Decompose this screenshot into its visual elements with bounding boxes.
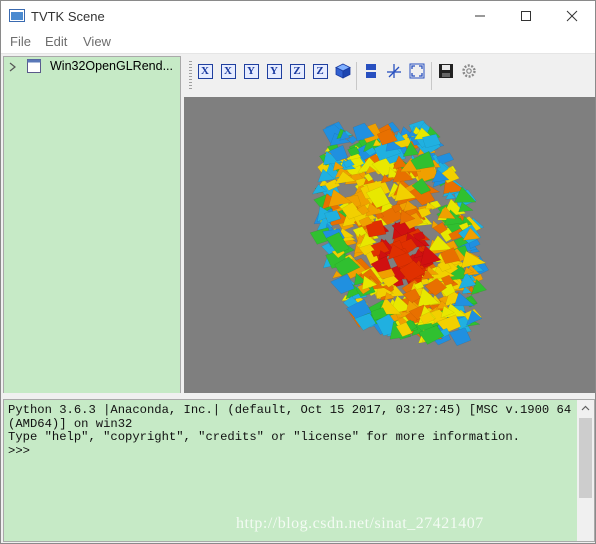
view-negative-x-icon: X: [197, 64, 213, 79]
close-button[interactable]: [549, 1, 595, 31]
app-icon: [9, 9, 25, 22]
shell-line: (AMD64)] on win32: [8, 416, 133, 431]
menu-edit[interactable]: Edit: [45, 34, 67, 49]
toolbar-separator: [356, 62, 357, 90]
close-icon: [566, 10, 578, 22]
parallel-projection-icon: [366, 64, 376, 78]
tvtk-scene-window: TVTK Scene File Edit View Win32OpenGLRen…: [0, 0, 596, 544]
menu-view[interactable]: View: [83, 34, 111, 49]
show-axes-icon: [387, 64, 401, 78]
view-negative-y-button[interactable]: Y: [242, 62, 260, 80]
view-positive-y-icon: Y: [266, 64, 282, 79]
isometric-view-icon: [335, 63, 351, 79]
show-axes-button[interactable]: [385, 62, 403, 80]
view-negative-z-icon: Z: [289, 64, 305, 79]
shell-line: Type "help", "copyright", "credits" or "…: [8, 430, 520, 445]
minimize-icon: [475, 15, 485, 17]
expand-arrow-icon[interactable]: [9, 62, 17, 72]
scene-toolbar: X X Y Y Z Z: [184, 56, 595, 96]
view-negative-y-icon: Y: [243, 64, 259, 79]
view-positive-x-button[interactable]: X: [219, 62, 237, 80]
scrollbar-thumb[interactable]: [579, 418, 592, 498]
full-screen-icon: [409, 63, 425, 79]
parallel-projection-button[interactable]: [362, 62, 380, 80]
configure-button[interactable]: [460, 62, 478, 80]
minimize-button[interactable]: [457, 1, 503, 31]
view-positive-z-button[interactable]: Z: [311, 62, 329, 80]
view-positive-y-button[interactable]: Y: [265, 62, 283, 80]
shell-prompt: >>>: [8, 443, 30, 458]
view-positive-x-icon: X: [220, 64, 236, 79]
shell-line: Python 3.6.3 |Anaconda, Inc.| (default, …: [8, 403, 595, 417]
full-screen-button[interactable]: [408, 62, 426, 80]
window-title: TVTK Scene: [31, 9, 105, 24]
maximize-icon: [521, 11, 531, 21]
menu-bar: File Edit View: [1, 31, 595, 53]
view-positive-z-icon: Z: [312, 64, 328, 79]
view-negative-z-button[interactable]: Z: [288, 62, 306, 80]
maximize-button[interactable]: [503, 1, 549, 31]
menu-file[interactable]: File: [10, 34, 31, 49]
mesh-surface: [309, 119, 489, 346]
isometric-view-button[interactable]: [334, 62, 352, 80]
title-bar[interactable]: TVTK Scene: [1, 1, 595, 31]
scroll-up-icon[interactable]: [577, 400, 594, 417]
menu-separator: [1, 53, 595, 54]
toolbar-grip[interactable]: [189, 61, 192, 91]
toolbar-separator: [431, 62, 432, 90]
shell-output[interactable]: Python 3.6.3 |Anaconda, Inc.| (default, …: [8, 403, 595, 458]
shell-scrollbar[interactable]: [577, 400, 594, 541]
3d-scene-viewport[interactable]: [184, 97, 595, 393]
view-negative-x-button[interactable]: X: [196, 62, 214, 80]
tree-node-label[interactable]: Win32OpenGLRend...: [50, 59, 173, 73]
save-button[interactable]: [437, 62, 455, 80]
render-window-icon: [27, 59, 41, 73]
pipeline-tree: Win32OpenGLRend...: [3, 56, 181, 395]
configure-icon: [462, 64, 476, 78]
watermark: http://blog.csdn.net/sinat_27421407: [236, 515, 484, 532]
save-icon: [439, 64, 453, 78]
